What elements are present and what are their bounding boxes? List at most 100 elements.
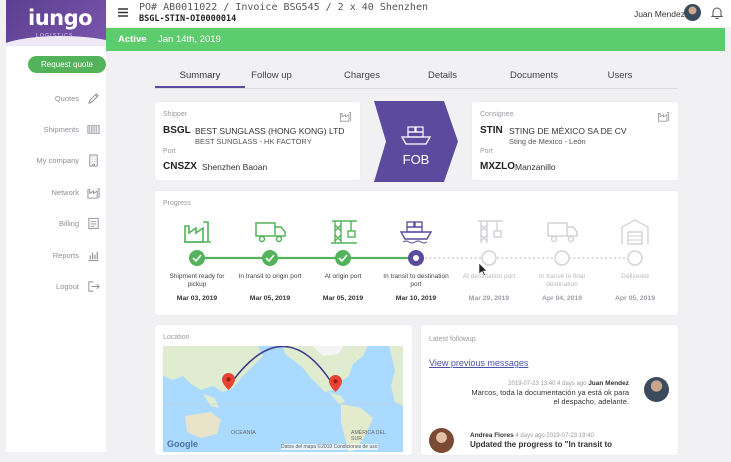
tab-users[interactable]: Users <box>595 66 645 88</box>
step-date: Mar 29, 2019 <box>468 295 510 302</box>
step-label: In transit to final destination <box>539 273 585 288</box>
followup-card: Latest followup View previous messages 2… <box>421 325 678 455</box>
sidebar-item-label: Reports <box>52 250 79 260</box>
factory-icon <box>184 221 211 243</box>
pencil-icon <box>88 92 99 104</box>
shipper-sub: BEST SUNGLASS - HK FACTORY <box>195 137 312 146</box>
shipper-label: Shipper <box>163 111 188 118</box>
avatar <box>429 428 454 453</box>
location-label: Location <box>163 334 190 341</box>
message-ago: 4 days ago <box>515 433 545 439</box>
step-date: Mar 10, 2019 <box>395 295 437 302</box>
tab-charges[interactable]: Charges <box>332 66 392 88</box>
avatar[interactable] <box>684 4 701 21</box>
avatar <box>644 377 669 402</box>
step-current <box>408 250 424 266</box>
step-check-done <box>262 250 278 266</box>
consignee-port-name: Manzanillo <box>515 162 556 172</box>
sidebar-item-label: Shipments <box>43 124 79 134</box>
sidebar-item-billing[interactable]: Billing <box>6 213 106 233</box>
sidebar: iungo LOGISTICS Request quote Quotes Shi… <box>6 0 106 452</box>
destination-pin-icon[interactable] <box>329 375 342 392</box>
sidebar-item-logout[interactable]: Logout <box>6 276 106 296</box>
map-region-label: OCEANÍA <box>231 430 256 436</box>
user-name[interactable]: Juan Mendez <box>634 9 685 19</box>
request-quote-button[interactable]: Request quote <box>28 56 106 73</box>
hamburger-menu-icon[interactable] <box>118 8 128 17</box>
factory-icon <box>657 112 670 122</box>
step-label: At origin port <box>324 273 362 280</box>
barcode-icon <box>87 124 100 134</box>
sidebar-item-label: Logout <box>56 281 79 291</box>
message-text: Updated the progress to "In transit to <box>470 440 613 449</box>
step-pending <box>627 250 643 266</box>
ship-icon <box>399 221 433 244</box>
step-check-done <box>189 250 205 266</box>
step-label: At destination port <box>462 273 516 280</box>
shipper-name: BEST SUNGLASS (HONG KONG) LTD <box>195 126 345 136</box>
port-crane-icon <box>331 220 357 244</box>
tab-details[interactable]: Details <box>415 66 470 88</box>
message-meta: 2019-07-23 13:40 4 days ago Juan Mendez <box>505 380 629 387</box>
view-previous-messages-link[interactable]: View previous messages <box>429 358 528 368</box>
sidebar-item-label: Network <box>51 187 79 197</box>
chart-icon <box>88 251 99 261</box>
shipper-port-code: CNSZX <box>163 161 197 172</box>
message-author: Andrea Flores <box>470 432 514 439</box>
page-title: PO# AB0011022 / Invoice BSG545 / 2 x 40 … <box>139 2 428 13</box>
consignee-label: Consignee <box>480 111 514 118</box>
sidebar-item-network[interactable]: Network <box>6 182 106 202</box>
step-label: In transit to origin port <box>238 273 302 280</box>
sidebar-item-label: Quotes <box>54 93 79 103</box>
sidebar-item-quotes[interactable]: Quotes <box>6 88 106 108</box>
followup-label: Latest followup <box>429 336 476 343</box>
message-timestamp: 2019-07-23 13:40 <box>508 381 556 387</box>
incoterm-label: FOB <box>402 152 430 167</box>
shipper-port-name: Shenzhen Baoan <box>202 162 268 172</box>
message-text: Marcos, toda la documentación ya está ok… <box>471 388 629 406</box>
tab-bar: Summary Follow up Charges Details Docume… <box>155 66 678 89</box>
step-pending <box>481 250 497 266</box>
sidebar-item-my-company[interactable]: My company <box>6 150 106 170</box>
map-region-label: AMÉRICA DEL SUR <box>351 430 386 442</box>
tab-follow-up[interactable]: Follow up <box>245 66 298 88</box>
logout-icon <box>88 280 100 292</box>
sidebar-item-reports[interactable]: Reports <box>6 245 106 265</box>
logo[interactable]: iungo LOGISTICS <box>6 0 106 46</box>
step-date: Apr 05, 2019 <box>614 295 656 302</box>
message-meta: Andrea Flores 4 days ago 2019-07-23 19:4… <box>470 432 594 439</box>
sidebar-item-label: Billing <box>58 218 79 228</box>
map[interactable]: OCEANÍA AMÉRICA DEL SUR Google Datos del… <box>163 346 403 452</box>
logo-subtext: LOGISTICS <box>36 33 74 39</box>
location-card: Location OCEANÍA AMÉRICA DEL SUR Google … <box>155 325 412 455</box>
map-brand-logo: Google <box>167 439 198 449</box>
sidebar-item-shipments[interactable]: Shipments <box>6 119 106 139</box>
progress-card: Progress Shipment ready for pickup Mar 0… <box>155 191 678 315</box>
consignee-name: STING DE MÉXICO SA DE CV <box>509 126 627 136</box>
step-label: In transit to destination port <box>383 273 449 288</box>
shipper-port-label: Port <box>163 148 176 155</box>
top-header: PO# AB0011022 / Invoice BSG545 / 2 x 40 … <box>106 0 731 27</box>
step-pending <box>554 250 570 266</box>
message-timestamp: 2019-07-23 19:40 <box>546 433 594 439</box>
step-date: Mar 03, 2019 <box>176 295 218 302</box>
truck-icon <box>255 222 286 243</box>
consignee-code: STIN <box>480 125 503 136</box>
message-ago: 4 days ago <box>557 381 587 387</box>
map-attribution[interactable]: Datos del mapa ©2019 Condiciones de uso <box>281 444 378 450</box>
origin-pin-icon[interactable] <box>222 373 235 390</box>
warehouse-icon-pending <box>621 219 649 245</box>
consignee-sub: Sting de Mexico - León <box>509 137 586 146</box>
bell-icon[interactable] <box>711 6 723 19</box>
tab-summary[interactable]: Summary <box>155 66 245 88</box>
step-label: Shipment ready for pickup <box>169 273 225 288</box>
incoterm-badge: FOB <box>374 101 458 182</box>
building-icon <box>89 153 98 167</box>
consignee-card: Consignee STIN STING DE MÉXICO SA DE CV … <box>472 102 678 180</box>
tab-documents[interactable]: Documents <box>500 66 568 88</box>
port-crane-icon-pending <box>478 220 503 243</box>
logo-text: iungo <box>28 6 93 30</box>
step-date: Apr 04, 2019 <box>541 295 583 302</box>
consignee-port-label: Port <box>480 148 493 155</box>
step-label: Delivered <box>621 273 649 280</box>
